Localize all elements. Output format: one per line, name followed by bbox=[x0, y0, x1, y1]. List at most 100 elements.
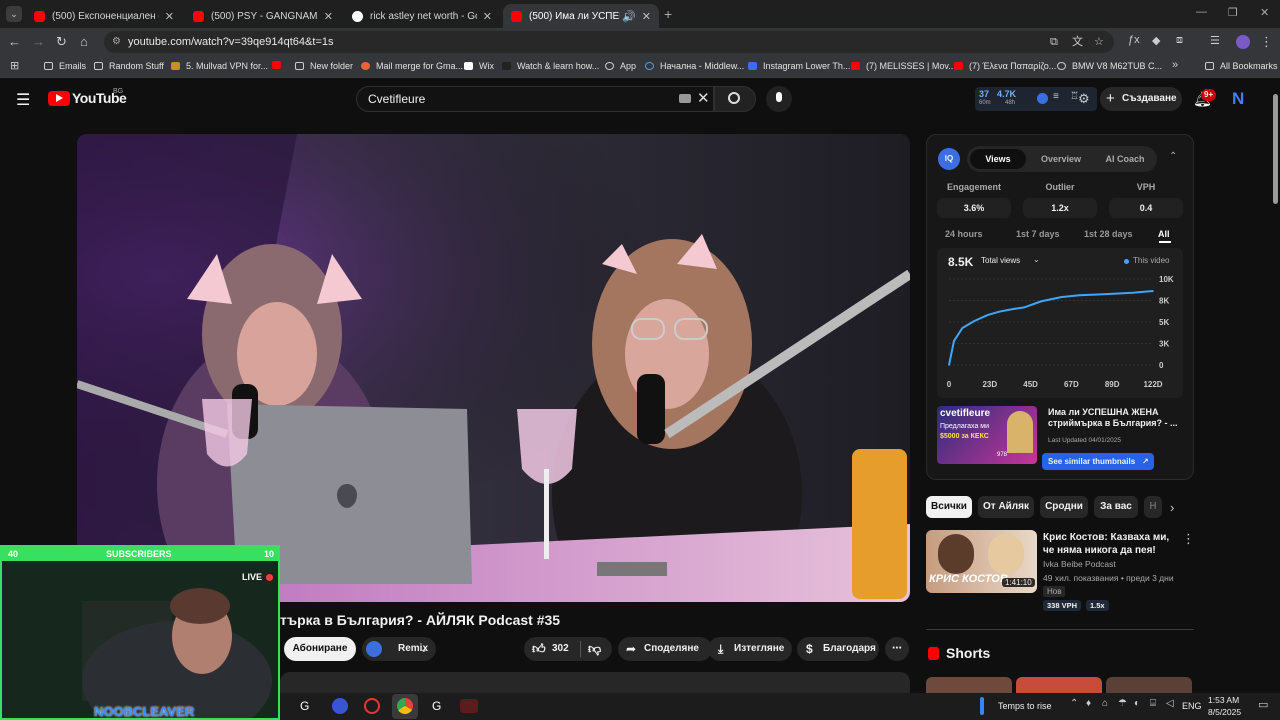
chip-all[interactable]: Всички bbox=[926, 496, 972, 518]
forward-icon[interactable]: → bbox=[32, 34, 45, 49]
speaker-icon[interactable]: 🔊 bbox=[622, 10, 636, 23]
close-icon[interactable]: ✕ bbox=[165, 10, 174, 23]
dislike-icon[interactable]: 👎︎ bbox=[588, 637, 601, 661]
taskbar-app-icon[interactable] bbox=[460, 699, 478, 713]
create-button[interactable]: + Създаване bbox=[1100, 87, 1182, 111]
account-avatar[interactable]: N bbox=[1232, 89, 1244, 109]
recommended-title[interactable]: Крис Костов: Казваха ми, че няма никога … bbox=[1043, 531, 1175, 557]
reading-list-icon[interactable]: ☰ bbox=[1210, 34, 1220, 47]
tab-search-icon[interactable]: ⌄ bbox=[6, 6, 22, 22]
apps-grid-icon[interactable]: ⊞ bbox=[10, 59, 19, 72]
maximize-icon[interactable]: ❐ bbox=[1228, 6, 1238, 19]
range-all[interactable]: All bbox=[1158, 229, 1170, 239]
thumbnail-preview[interactable]: cvetifleure Предлагаха ми $5000 за КЕКС … bbox=[937, 406, 1037, 464]
tray-icon[interactable]: ⌂ bbox=[1102, 698, 1108, 709]
bookmark-item[interactable]: Начална - Middlew... bbox=[645, 61, 744, 71]
translate-icon[interactable]: 文 bbox=[1072, 31, 1083, 53]
home-icon[interactable]: ⌂ bbox=[80, 34, 88, 49]
search-button[interactable] bbox=[714, 86, 756, 112]
notification-center-icon[interactable]: ▭ bbox=[1258, 698, 1268, 711]
views-select[interactable]: Total views bbox=[981, 256, 1020, 265]
vidiq-tab-overview[interactable]: Overview bbox=[1033, 149, 1089, 169]
tray-icon[interactable]: ☂ bbox=[1118, 698, 1127, 709]
bookmark-star-icon[interactable]: ☆ bbox=[1094, 31, 1104, 53]
extension-icon[interactable]: ◆ bbox=[1152, 34, 1160, 47]
remix-button[interactable]: Remix ⌄ bbox=[362, 637, 436, 661]
site-info-icon[interactable]: ⚙ bbox=[112, 31, 121, 53]
install-icon[interactable]: ⧉ bbox=[1050, 31, 1058, 53]
description-box[interactable] bbox=[280, 672, 910, 693]
taskbar-active-app[interactable] bbox=[392, 694, 418, 719]
recommended-thumbnail[interactable]: КРИС КОСТОВ 1:41:10 bbox=[926, 530, 1037, 593]
share-button[interactable]: ➦ Споделяне bbox=[618, 637, 712, 661]
voice-search-button[interactable] bbox=[766, 86, 792, 112]
taskbar-app-icon[interactable]: G bbox=[300, 699, 309, 713]
tab-yt-2[interactable]: (500) PSY - GANGNAM STYLE( ✕ bbox=[185, 4, 341, 28]
bookmark-item[interactable]: Instagram Lower Th... bbox=[748, 61, 850, 71]
scrollbar-thumb[interactable] bbox=[1273, 94, 1278, 204]
bookmark-item[interactable]: 5. Mullvad VPN for... bbox=[171, 61, 268, 71]
bookmark-item[interactable]: Emails bbox=[44, 61, 86, 71]
bookmark-item[interactable]: New folder bbox=[295, 61, 353, 71]
profile-avatar[interactable] bbox=[1236, 35, 1250, 49]
range-7d[interactable]: 1st 7 days bbox=[1016, 229, 1060, 239]
range-28d[interactable]: 1st 28 days bbox=[1084, 229, 1133, 239]
bookmark-item[interactable]: (7) MELISSES | Mov... bbox=[851, 61, 956, 71]
thanks-button[interactable]: $ Благодаря bbox=[797, 637, 879, 661]
extension-fx-icon[interactable]: ƒx bbox=[1128, 34, 1140, 46]
taskbar-app-icon[interactable]: G bbox=[432, 699, 441, 713]
minimize-icon[interactable]: — bbox=[1196, 6, 1207, 18]
bookmark-item[interactable]: Wix bbox=[464, 61, 494, 71]
keyboard-icon[interactable] bbox=[679, 94, 691, 103]
settings-gear-icon[interactable]: ⚙ bbox=[1078, 91, 1090, 107]
youtube-logo-icon[interactable] bbox=[48, 91, 70, 106]
page-scrollbar[interactable] bbox=[1270, 80, 1280, 693]
download-button[interactable]: ⤓ Изтегляне bbox=[708, 637, 792, 661]
list-icon[interactable]: ≡ bbox=[1053, 91, 1059, 102]
all-bookmarks[interactable]: All Bookmarks bbox=[1205, 61, 1278, 71]
language-indicator[interactable]: ENG bbox=[1182, 701, 1202, 711]
clock-date[interactable]: 8/5/2025 bbox=[1208, 707, 1241, 717]
new-tab-icon[interactable]: + bbox=[664, 6, 672, 22]
more-vert-icon[interactable]: ⋮ bbox=[1182, 531, 1195, 547]
chip-for-you[interactable]: За вас bbox=[1094, 496, 1138, 518]
tab-google[interactable]: rick astley net worth - Google S ✕ bbox=[344, 4, 500, 28]
close-icon[interactable]: ✕ bbox=[483, 10, 492, 23]
menu-dots-icon[interactable]: ⋮ bbox=[1260, 34, 1273, 50]
range-24h[interactable]: 24 hours bbox=[945, 229, 983, 239]
bookmark-item[interactable]: Watch & learn how... bbox=[502, 61, 599, 71]
taskbar-app-icon[interactable] bbox=[364, 698, 380, 714]
bookmark-item[interactable]: (7) Έλενα Παπαρίζο... bbox=[954, 61, 1056, 71]
tray-chevron-icon[interactable]: ⌃ bbox=[1070, 698, 1078, 709]
reload-icon[interactable]: ↻ bbox=[56, 34, 67, 50]
short-thumbnail[interactable] bbox=[1016, 677, 1102, 693]
close-icon[interactable]: ✕ bbox=[324, 10, 333, 23]
hamburger-menu-icon[interactable]: ☰ bbox=[16, 90, 30, 110]
bookmark-item[interactable]: Mail merge for Gma... bbox=[361, 61, 463, 71]
chip-more[interactable]: Н bbox=[1144, 496, 1162, 518]
address-bar[interactable]: ⚙ youtube.com/watch?v=39qe914qt64&t=1s ⧉… bbox=[104, 31, 1114, 53]
short-thumbnail[interactable] bbox=[1106, 677, 1192, 693]
chip-from-channel[interactable]: От Айляк bbox=[978, 496, 1034, 518]
more-bookmarks-icon[interactable]: » bbox=[1172, 59, 1178, 71]
bookmark-item[interactable]: BMW V8 M62TUB C... bbox=[1057, 61, 1162, 71]
clock-time[interactable]: 1:53 AM bbox=[1208, 695, 1239, 705]
back-icon[interactable]: ← bbox=[8, 34, 21, 49]
chip-related[interactable]: Сродни bbox=[1040, 496, 1088, 518]
close-icon[interactable]: ✕ bbox=[642, 10, 651, 23]
tray-icon[interactable]: ◐ bbox=[1134, 698, 1140, 709]
see-similar-thumbnails-button[interactable]: See similar thumbnails ↗ bbox=[1042, 453, 1154, 470]
bookmark-item[interactable]: Random Stuff bbox=[94, 61, 164, 71]
tab-yt-active[interactable]: (500) Има ли УСПЕШНА Ж 🔊 ✕ bbox=[503, 4, 659, 28]
collapse-chevron-icon[interactable]: ⌃ bbox=[1169, 151, 1177, 162]
bookmark-item[interactable]: App bbox=[605, 61, 636, 71]
taskbar-app-icon[interactable] bbox=[332, 698, 348, 714]
chevron-right-icon[interactable]: › bbox=[1170, 500, 1174, 515]
recommended-channel[interactable]: Ivka Beibe Podcast bbox=[1043, 559, 1116, 569]
subscribe-button[interactable]: Абониране bbox=[284, 637, 356, 661]
vidiq-tab-views[interactable]: Views bbox=[970, 149, 1026, 169]
volume-icon[interactable]: ◁ bbox=[1166, 698, 1174, 709]
more-actions-button[interactable]: ⋯ bbox=[885, 637, 909, 661]
tab-yt-1[interactable]: (500) Експоненциален фокус ✕ bbox=[26, 4, 182, 28]
extensions-puzzle-icon[interactable]: ⧈ bbox=[1176, 34, 1183, 47]
